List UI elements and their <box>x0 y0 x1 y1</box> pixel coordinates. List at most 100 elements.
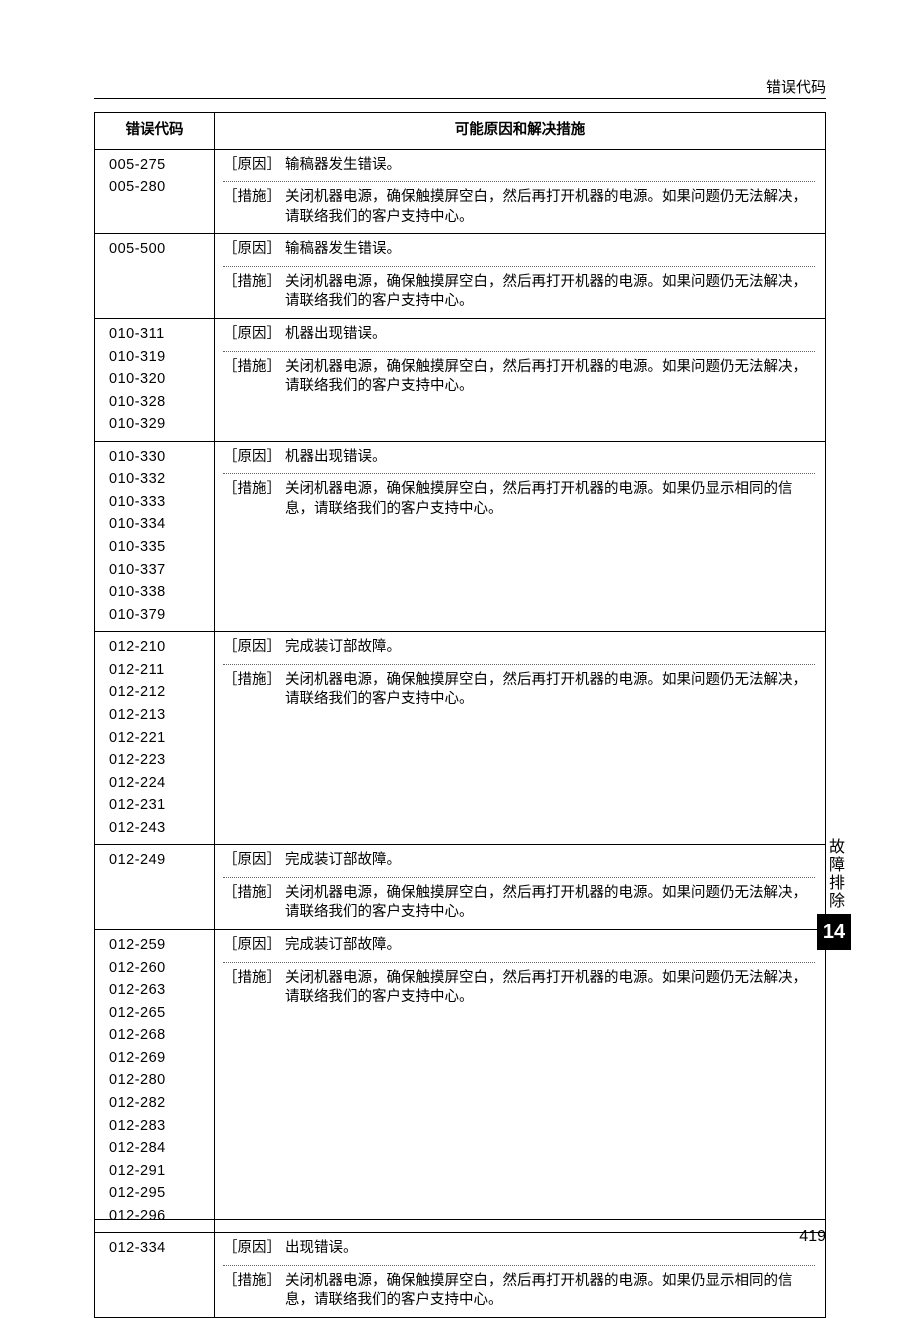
cause-label: ［原因］ <box>223 851 285 871</box>
error-code-value: 010-338 <box>109 583 214 603</box>
action-label: ［措施］ <box>223 273 285 312</box>
th-error-code: 错误代码 <box>95 113 215 150</box>
table-row: 012-334［原因］出现错误。［措施］关闭机器电源，确保触摸屏空白，然后再打开… <box>95 1233 826 1318</box>
error-code-cell: 012-249 <box>95 845 215 930</box>
error-code-value: 010-334 <box>109 515 214 535</box>
error-code-value: 010-319 <box>109 348 214 368</box>
action-text: 关闭机器电源，确保触摸屏空白，然后再打开机器的电源。如果问题仍无法解决，请联络我… <box>285 358 815 397</box>
cause-action-cell: ［原因］完成装订部故障。 ［措施］关闭机器电源，确保触摸屏空白，然后再打开机器的电… <box>215 632 826 845</box>
error-code-value: 010-337 <box>109 561 214 581</box>
error-code-value: 012-291 <box>109 1162 214 1182</box>
action-entry: ［措施］关闭机器电源，确保触摸屏空白，然后再打开机器的电源。如果问题仍无法解决，… <box>223 671 815 710</box>
cause-entry: ［原因］出现错误。 <box>223 1239 815 1259</box>
action-text: 关闭机器电源，确保触摸屏空白，然后再打开机器的电源。如果问题仍无法解决，请联络我… <box>285 884 815 923</box>
error-code-cell: 005-500 <box>95 234 215 319</box>
section-tab-label: 故障排除 <box>822 838 846 910</box>
cause-entry: ［原因］机器出现错误。 <box>223 325 815 345</box>
cause-label: ［原因］ <box>223 1239 285 1259</box>
error-code-value: 012-282 <box>109 1094 214 1114</box>
header-rule <box>94 98 826 99</box>
cause-entry: ［原因］输稿器发生错误。 <box>223 240 815 260</box>
entry-divider <box>223 877 815 878</box>
action-text: 关闭机器电源，确保触摸屏空白，然后再打开机器的电源。如果问题仍无法解决，请联络我… <box>285 969 815 1008</box>
error-code-value: 012-269 <box>109 1049 214 1069</box>
cause-text: 完成装订部故障。 <box>285 851 815 871</box>
error-code-value: 012-231 <box>109 796 214 816</box>
action-text: 关闭机器电源，确保触摸屏空白，然后再打开机器的电源。如果仍显示相同的信息，请联络… <box>285 1272 815 1311</box>
action-entry: ［措施］关闭机器电源，确保触摸屏空白，然后再打开机器的电源。如果问题仍无法解决，… <box>223 188 815 227</box>
th-cause-action: 可能原因和解决措施 <box>215 113 826 150</box>
entry-divider <box>223 266 815 267</box>
cause-entry: ［原因］完成装订部故障。 <box>223 638 815 658</box>
entry-divider <box>223 664 815 665</box>
action-entry: ［措施］关闭机器电源，确保触摸屏空白，然后再打开机器的电源。如果问题仍无法解决，… <box>223 358 815 397</box>
cause-text: 完成装订部故障。 <box>285 936 815 956</box>
error-code-value: 012-280 <box>109 1071 214 1091</box>
action-entry: ［措施］关闭机器电源，确保触摸屏空白，然后再打开机器的电源。如果问题仍无法解决，… <box>223 884 815 923</box>
error-code-value: 012-284 <box>109 1139 214 1159</box>
page-header-title: 错误代码 <box>766 76 826 97</box>
error-code-value: 012-263 <box>109 981 214 1001</box>
cause-label: ［原因］ <box>223 240 285 260</box>
cause-label: ［原因］ <box>223 325 285 345</box>
error-code-value: 005-500 <box>109 240 214 260</box>
action-entry: ［措施］关闭机器电源，确保触摸屏空白，然后再打开机器的电源。如果仍显示相同的信息… <box>223 480 815 519</box>
cause-action-cell: ［原因］输稿器发生错误。［措施］关闭机器电源，确保触摸屏空白，然后再打开机器的电… <box>215 149 826 234</box>
cause-action-cell: ［原因］输稿器发生错误。［措施］关闭机器电源，确保触摸屏空白，然后再打开机器的电… <box>215 234 826 319</box>
error-code-value: 012-211 <box>109 661 214 681</box>
error-code-cell: 012-210012-211012-212012-213012-221012-2… <box>95 632 215 845</box>
action-label: ［措施］ <box>223 884 285 923</box>
error-code-value: 012-210 <box>109 638 214 658</box>
cause-text: 输稿器发生错误。 <box>285 240 815 260</box>
action-text: 关闭机器电源，确保触摸屏空白，然后再打开机器的电源。如果问题仍无法解决，请联络我… <box>285 273 815 312</box>
entry-divider <box>223 181 815 182</box>
error-code-value: 010-328 <box>109 393 214 413</box>
error-code-value: 012-268 <box>109 1026 214 1046</box>
error-code-value: 005-275 <box>109 156 214 176</box>
error-code-value: 010-332 <box>109 470 214 490</box>
error-code-value: 012-283 <box>109 1117 214 1137</box>
cause-text: 输稿器发生错误。 <box>285 156 815 176</box>
action-label: ［措施］ <box>223 1272 285 1311</box>
error-code-value: 010-329 <box>109 415 214 435</box>
error-code-value: 012-224 <box>109 774 214 794</box>
error-code-cell: 012-259012-260012-263012-265012-268012-2… <box>95 930 215 1233</box>
cause-text: 完成装订部故障。 <box>285 638 815 658</box>
section-tab: 故障排除 14 <box>786 838 882 950</box>
entry-divider <box>223 473 815 474</box>
error-code-value: 012-213 <box>109 706 214 726</box>
error-code-value: 010-333 <box>109 493 214 513</box>
error-code-table: 错误代码 可能原因和解决措施 005-275005-280［原因］输稿器发生错误… <box>94 112 826 1318</box>
action-label: ［措施］ <box>223 671 285 710</box>
error-code-value: 012-212 <box>109 683 214 703</box>
cause-label: ［原因］ <box>223 936 285 956</box>
action-label: ［措施］ <box>223 969 285 1008</box>
table-row: 005-275005-280［原因］输稿器发生错误。［措施］关闭机器电源，确保触… <box>95 149 826 234</box>
action-text: 关闭机器电源，确保触摸屏空白，然后再打开机器的电源。如果问题仍无法解决，请联络我… <box>285 188 815 227</box>
cause-text: 出现错误。 <box>285 1239 815 1259</box>
table-row: 012-210012-211012-212012-213012-221012-2… <box>95 632 826 845</box>
error-code-value: 012-260 <box>109 959 214 979</box>
footer-rule <box>94 1219 826 1220</box>
cause-action-cell: ［原因］完成装订部故障。［措施］关闭机器电源，确保触摸屏空白，然后再打开机器的电… <box>215 930 826 1233</box>
action-entry: ［措施］关闭机器电源，确保触摸屏空白，然后再打开机器的电源。如果仍显示相同的信息… <box>223 1272 815 1311</box>
cause-label: ［原因］ <box>223 156 285 176</box>
cause-text: 机器出现错误。 <box>285 448 815 468</box>
table-row: 010-311010-319010-320010-328010-329［原因］机… <box>95 318 826 441</box>
section-tab-number: 14 <box>817 914 851 950</box>
cause-entry: ［原因］机器出现错误。 <box>223 448 815 468</box>
error-code-value: 010-320 <box>109 370 214 390</box>
cause-action-cell: ［原因］出现错误。［措施］关闭机器电源，确保触摸屏空白，然后再打开机器的电源。如… <box>215 1233 826 1318</box>
error-code-cell: 010-311010-319010-320010-328010-329 <box>95 318 215 441</box>
action-label: ［措施］ <box>223 358 285 397</box>
error-code-cell: 005-275005-280 <box>95 149 215 234</box>
cause-text: 机器出现错误。 <box>285 325 815 345</box>
error-code-cell: 012-334 <box>95 1233 215 1318</box>
entry-divider <box>223 351 815 352</box>
error-code-cell: 010-330010-332010-333010-334010-335010-3… <box>95 441 215 632</box>
table-row: 005-500［原因］输稿器发生错误。［措施］关闭机器电源，确保触摸屏空白，然后… <box>95 234 826 319</box>
error-code-value: 012-259 <box>109 936 214 956</box>
cause-entry: ［原因］完成装订部故障。 <box>223 936 815 956</box>
action-label: ［措施］ <box>223 188 285 227</box>
error-code-value: 010-335 <box>109 538 214 558</box>
